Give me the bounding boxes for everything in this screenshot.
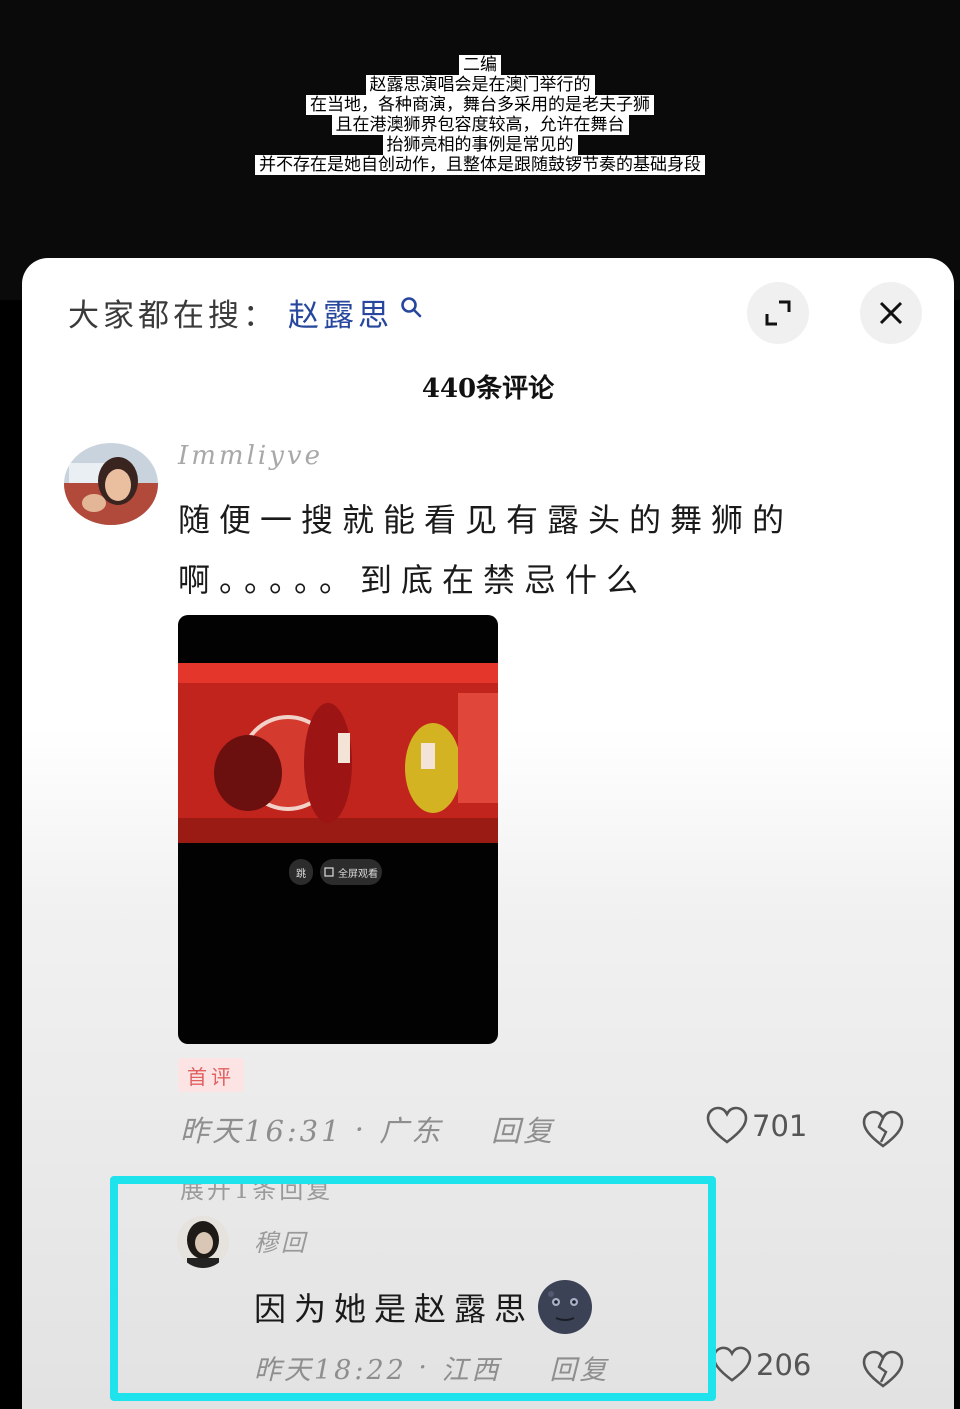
like-button[interactable]: 701	[706, 1106, 807, 1146]
caption-line: 赵露思演唱会是在澳门举行的	[365, 75, 595, 95]
video-caption: 二编 赵露思演唱会是在澳门举行的 在当地，各种商演，舞台多采用的是老夫子狮 且在…	[0, 55, 960, 175]
broken-heart-icon	[862, 1350, 904, 1388]
expand-button[interactable]	[747, 282, 809, 344]
comment-count-title: 440条评论	[421, 374, 555, 404]
search-icon	[401, 296, 422, 317]
fullscreen-icon	[324, 867, 334, 877]
heart-icon	[706, 1106, 748, 1144]
comment-video-thumbnail[interactable]: 跳 全屏观看	[178, 615, 498, 1044]
caption-line: 且在港澳狮界包容度较高，允许在舞台	[331, 115, 629, 135]
like-button[interactable]: 206	[712, 1346, 811, 1384]
first-comment-badge: 首评	[178, 1058, 244, 1092]
broken-heart-icon	[862, 1110, 904, 1148]
meta-separator: ·	[342, 1112, 380, 1146]
comment-username[interactable]: Immliyve	[178, 441, 323, 471]
highlight-annotation-box	[110, 1176, 716, 1401]
caption-line: 在当地，各种商演，舞台多采用的是老夫子狮	[306, 95, 654, 115]
search-suggestion-prefix: 大家都在搜：	[68, 298, 278, 334]
caption-line: 抬狮亮相的事例是常见的	[382, 135, 578, 155]
avatar-image	[64, 443, 158, 525]
like-count: 701	[752, 1109, 808, 1143]
like-count: 206	[756, 1348, 812, 1382]
heart-icon	[712, 1346, 752, 1382]
comment-meta: 昨天16:31 · 广东 回复	[180, 1108, 555, 1150]
avatar[interactable]	[64, 443, 158, 525]
caption-line: 并不存在是她自创动作，且整体是跟随鼓锣节奏的基础身段	[255, 155, 705, 175]
fullscreen-label: 全屏观看	[338, 868, 378, 880]
fullscreen-button[interactable]: 全屏观看	[320, 859, 382, 885]
close-button[interactable]	[860, 282, 922, 344]
close-icon	[879, 301, 903, 325]
expand-icon	[765, 300, 791, 326]
thumb-small-pill[interactable]: 跳	[289, 859, 313, 885]
comment-time: 昨天16:31	[180, 1114, 343, 1148]
search-suggestion[interactable]: 大家都在搜： 赵露思	[68, 290, 423, 335]
comment-text: 随便一搜就能看见有露头的舞狮的啊。。。。。到底在禁忌什么	[178, 501, 794, 599]
caption-line: 二编	[459, 55, 501, 75]
comment-location: 广东	[379, 1114, 444, 1148]
search-suggestion-term[interactable]: 赵露思	[288, 290, 393, 335]
dislike-button[interactable]	[862, 1110, 904, 1154]
video-thumbnail-image	[178, 663, 498, 843]
dislike-button[interactable]	[862, 1350, 904, 1394]
reply-button[interactable]: 回复	[491, 1108, 555, 1150]
